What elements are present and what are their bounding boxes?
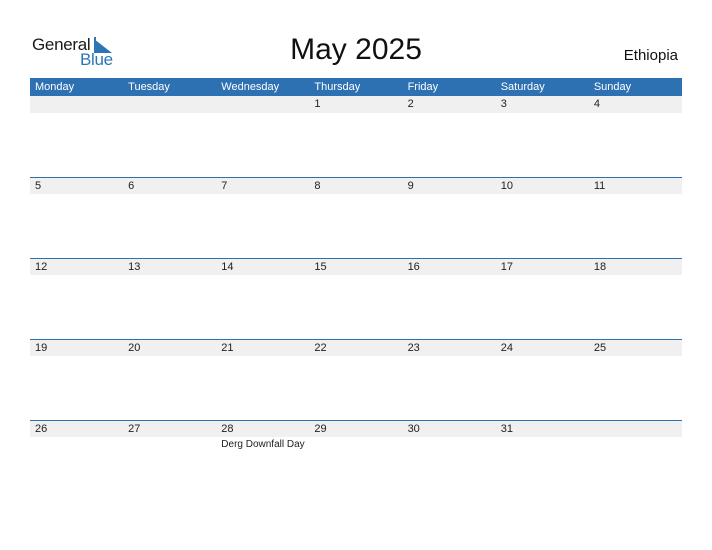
weekday-tuesday: Tuesday xyxy=(128,81,170,93)
holiday-label xyxy=(123,437,216,452)
day-number: 9 xyxy=(407,180,414,192)
day-number: 14 xyxy=(221,261,234,273)
weekday-sunday: Sunday xyxy=(593,81,632,93)
day-number: 22 xyxy=(314,342,327,354)
day-number xyxy=(30,96,123,113)
day-number xyxy=(589,421,682,437)
day-number: 2 xyxy=(407,98,414,110)
day-number: 16 xyxy=(407,261,420,273)
day-number: 20 xyxy=(128,342,141,354)
day-number: 10 xyxy=(500,180,513,192)
holiday-label xyxy=(589,437,682,452)
day-number: 12 xyxy=(35,261,48,273)
holiday-label xyxy=(403,437,496,452)
holiday-label xyxy=(309,437,402,452)
day-number: 27 xyxy=(128,423,141,435)
week-row: 1 2 3 4 xyxy=(30,96,682,177)
day-number: 3 xyxy=(500,98,507,110)
day-number: 4 xyxy=(593,98,600,110)
calendar-grid: Monday Tuesday Wednesday Thursday Friday… xyxy=(30,78,682,501)
day-number: 8 xyxy=(314,180,321,192)
day-number: 11 xyxy=(593,180,606,192)
weekday-friday: Friday xyxy=(407,81,439,93)
day-number: 29 xyxy=(314,423,327,435)
weekday-saturday: Saturday xyxy=(500,81,545,93)
date-band: 26 27 28 29 30 31 xyxy=(30,421,682,437)
date-band: 1 2 3 4 xyxy=(30,96,682,113)
day-number: 15 xyxy=(314,261,327,273)
date-band: 12 13 14 15 16 17 18 xyxy=(30,259,682,275)
day-number: 23 xyxy=(407,342,420,354)
week-row: 5 6 7 8 9 10 11 xyxy=(30,177,682,258)
day-number: 7 xyxy=(221,180,228,192)
week-row: 26 27 28 29 30 31 Derg Downfall Day xyxy=(30,420,682,501)
day-number xyxy=(123,96,216,113)
weekday-thursday: Thursday xyxy=(314,81,361,93)
weekday-monday: Monday xyxy=(35,81,75,93)
calendar-title: May 2025 xyxy=(290,33,422,66)
day-number: 21 xyxy=(221,342,234,354)
events-row: Derg Downfall Day xyxy=(30,437,682,452)
week-row: 12 13 14 15 16 17 18 xyxy=(30,258,682,339)
date-band: 19 20 21 22 23 24 25 xyxy=(30,340,682,356)
week-row: 19 20 21 22 23 24 25 xyxy=(30,339,682,420)
date-band: 5 6 7 8 9 10 11 xyxy=(30,178,682,194)
day-number: 30 xyxy=(407,423,420,435)
day-number: 25 xyxy=(593,342,607,354)
day-number: 6 xyxy=(128,180,135,192)
day-number: 28 xyxy=(221,423,234,435)
holiday-label xyxy=(496,437,589,452)
weeks-container: 1 2 3 4 5 6 7 8 9 10 11 12 13 14 15 16 17 18 19 20 21 22 23 24 2… xyxy=(30,96,682,501)
day-number: 13 xyxy=(128,261,141,273)
weekday-header: Monday Tuesday Wednesday Thursday Friday… xyxy=(30,78,682,96)
day-number: 24 xyxy=(500,342,513,354)
day-number: 5 xyxy=(35,180,42,192)
day-number: 26 xyxy=(35,423,48,435)
holiday-label: Derg Downfall Day xyxy=(221,439,305,450)
holiday-label xyxy=(30,437,123,452)
day-number: 17 xyxy=(500,261,513,273)
day-number: 1 xyxy=(314,98,321,110)
day-number xyxy=(216,96,309,113)
day-number: 31 xyxy=(500,423,513,435)
country-label: Ethiopia xyxy=(623,47,678,64)
day-number: 18 xyxy=(593,261,607,273)
day-number: 19 xyxy=(35,342,48,354)
weekday-wednesday: Wednesday xyxy=(221,81,280,93)
